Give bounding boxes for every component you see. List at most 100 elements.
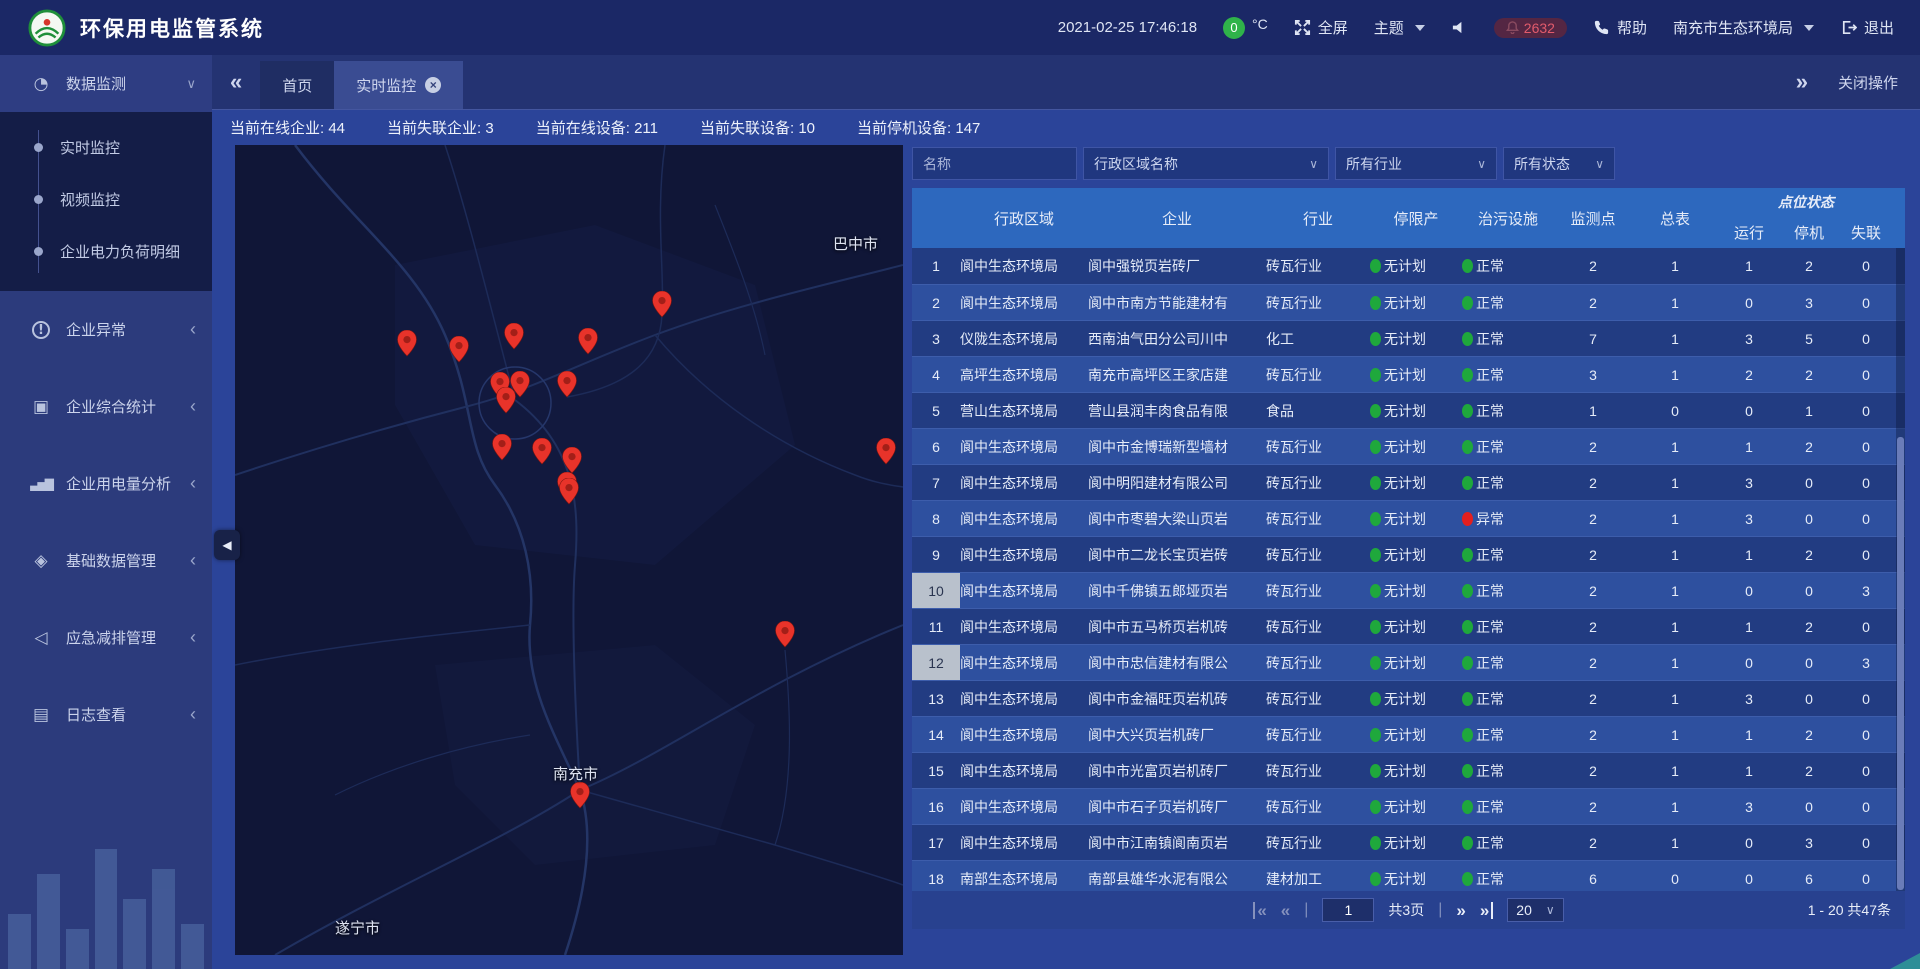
col-header-points[interactable]: 监测点 xyxy=(1554,188,1632,248)
cell-company[interactable]: 阆中市光富页岩机砖厂 xyxy=(1088,753,1266,788)
table-row[interactable]: 10 阆中生态环境局 阆中千佛镇五郎垭页岩 砖瓦行业 无计划 正常 2 1 0 … xyxy=(912,572,1905,608)
table-row[interactable]: 9 阆中生态环境局 阆中市二龙长宝页岩砖 砖瓦行业 无计划 正常 2 1 1 2… xyxy=(912,536,1905,572)
cell-company[interactable]: 阆中市金博瑞新型墙材 xyxy=(1088,429,1266,464)
status-filter-select[interactable]: 所有状态∨ xyxy=(1503,147,1615,180)
sidebar-subitem[interactable]: 企业电力负荷明细 xyxy=(0,225,212,277)
map-marker-icon[interactable] xyxy=(775,621,795,648)
cell-company[interactable]: 营山县润丰肉食品有限 xyxy=(1088,393,1266,428)
table-row[interactable]: 6 阆中生态环境局 阆中市金博瑞新型墙材 砖瓦行业 无计划 正常 2 1 1 2… xyxy=(912,428,1905,464)
tab-realtime-monitor[interactable]: 实时监控 × xyxy=(334,61,463,109)
cell-company[interactable]: 南部县雄华水泥有限公 xyxy=(1088,861,1266,891)
close-icon[interactable]: × xyxy=(425,77,441,93)
map-marker-icon[interactable] xyxy=(652,291,672,318)
name-filter-field[interactable] xyxy=(912,147,1077,180)
tabs-scroll-right-button[interactable]: » xyxy=(1796,69,1808,95)
map-panel[interactable]: 巴中市南充市遂宁市 xyxy=(235,145,903,955)
map-marker-icon[interactable] xyxy=(504,323,524,350)
map-marker-icon[interactable] xyxy=(570,782,590,809)
sidebar-subitem[interactable]: 视频监控 xyxy=(0,173,212,225)
page-size-select[interactable]: 20∨ xyxy=(1507,898,1563,922)
sidebar-group[interactable]: ◈ 基础数据管理 ‹ xyxy=(0,522,212,599)
col-header-run[interactable]: 运行 xyxy=(1718,216,1780,248)
table-scrollbar[interactable] xyxy=(1896,248,1905,891)
logout-button[interactable]: 退出 xyxy=(1840,17,1894,38)
cell-company[interactable]: 阆中千佛镇五郎垭页岩 xyxy=(1088,573,1266,608)
close-operations-button[interactable]: 关闭操作 xyxy=(1838,72,1898,93)
name-filter-input[interactable] xyxy=(923,156,1066,172)
cell-company[interactable]: 南充市高坪区王家店建 xyxy=(1088,357,1266,392)
fullscreen-button[interactable]: 全屏 xyxy=(1294,17,1348,38)
table-row[interactable]: 16 阆中生态环境局 阆中市石子页岩机砖厂 砖瓦行业 无计划 正常 2 1 3 … xyxy=(912,788,1905,824)
cell-company[interactable]: 阆中市五马桥页岩机砖 xyxy=(1088,609,1266,644)
sidebar-collapse-button[interactable]: ◀ xyxy=(214,530,240,560)
table-row[interactable]: 5 营山生态环境局 营山县润丰肉食品有限 食品 无计划 正常 1 0 0 1 0 xyxy=(912,392,1905,428)
map-marker-icon[interactable] xyxy=(876,438,896,465)
cell-region: 营山生态环境局 xyxy=(960,393,1088,428)
table-row[interactable]: 14 阆中生态环境局 阆中大兴页岩机砖厂 砖瓦行业 无计划 正常 2 1 1 2… xyxy=(912,716,1905,752)
col-header-meter[interactable]: 总表 xyxy=(1632,188,1718,248)
prev-page-button[interactable]: « xyxy=(1281,902,1290,919)
cell-company[interactable]: 阆中市南方节能建材有 xyxy=(1088,285,1266,320)
cell-company[interactable]: 西南油气田分公司川中 xyxy=(1088,321,1266,356)
col-header-industry[interactable]: 行业 xyxy=(1266,188,1370,248)
theme-menu[interactable]: 主题 xyxy=(1374,17,1425,38)
table-row[interactable]: 8 阆中生态环境局 阆中市枣碧大梁山页岩 砖瓦行业 无计划 异常 2 1 3 0… xyxy=(912,500,1905,536)
cell-company[interactable]: 阆中市忠信建材有限公 xyxy=(1088,645,1266,680)
sidebar-group[interactable]: ▣ 企业综合统计 ‹ xyxy=(0,368,212,445)
map-marker-icon[interactable] xyxy=(578,328,598,355)
map-marker-icon[interactable] xyxy=(559,478,579,505)
industry-filter-select[interactable]: 所有行业∨ xyxy=(1335,147,1497,180)
tabs-scroll-left-button[interactable]: « xyxy=(212,69,260,95)
cell-company[interactable]: 阆中市二龙长宝页岩砖 xyxy=(1088,537,1266,572)
cell-company[interactable]: 阆中市金福旺页岩机砖 xyxy=(1088,681,1266,716)
map-marker-icon[interactable] xyxy=(562,447,582,474)
table-row[interactable]: 13 阆中生态环境局 阆中市金福旺页岩机砖 砖瓦行业 无计划 正常 2 1 3 … xyxy=(912,680,1905,716)
speaker-muted-icon[interactable] xyxy=(1451,19,1468,36)
table-row[interactable]: 12 阆中生态环境局 阆中市忠信建材有限公 砖瓦行业 无计划 正常 2 1 0 … xyxy=(912,644,1905,680)
col-header-company[interactable]: 企业 xyxy=(1088,188,1266,248)
sidebar-group-label: 企业用电量分析 xyxy=(66,473,190,494)
table-row[interactable]: 15 阆中生态环境局 阆中市光富页岩机砖厂 砖瓦行业 无计划 正常 2 1 1 … xyxy=(912,752,1905,788)
table-row[interactable]: 2 阆中生态环境局 阆中市南方节能建材有 砖瓦行业 无计划 正常 2 1 0 3… xyxy=(912,284,1905,320)
org-menu[interactable]: 南充市生态环境局 xyxy=(1673,17,1814,38)
next-page-button[interactable]: » xyxy=(1456,902,1465,919)
table-row[interactable]: 7 阆中生态环境局 阆中明阳建材有限公司 砖瓦行业 无计划 正常 2 1 3 0… xyxy=(912,464,1905,500)
help-button[interactable]: 帮助 xyxy=(1593,17,1647,38)
map-marker-icon[interactable] xyxy=(397,330,417,357)
cell-company[interactable]: 阆中大兴页岩机砖厂 xyxy=(1088,717,1266,752)
notification-badge[interactable]: 2632 xyxy=(1494,18,1567,38)
sidebar-group[interactable]: ◁ 应急减排管理 ‹ xyxy=(0,599,212,676)
table-row[interactable]: 11 阆中生态环境局 阆中市五马桥页岩机砖 砖瓦行业 无计划 正常 2 1 1 … xyxy=(912,608,1905,644)
cell-company[interactable]: 阆中明阳建材有限公司 xyxy=(1088,465,1266,500)
cell-company[interactable]: 阆中市枣碧大梁山页岩 xyxy=(1088,501,1266,536)
cell-company[interactable]: 阆中强锐页岩砖厂 xyxy=(1088,248,1266,284)
col-header-limit[interactable]: 停限产 xyxy=(1370,188,1462,248)
scrollbar-thumb[interactable] xyxy=(1897,437,1904,890)
map-marker-icon[interactable] xyxy=(557,371,577,398)
sidebar-group[interactable]: ▃▅▇ 企业用电量分析 ‹ xyxy=(0,445,212,522)
sidebar-group[interactable]: ! 企业异常 ‹ xyxy=(0,291,212,368)
col-header-region[interactable]: 行政区域 xyxy=(960,188,1088,248)
page-number-input[interactable] xyxy=(1322,898,1374,922)
map-marker-icon[interactable] xyxy=(449,336,469,363)
col-header-stop[interactable]: 停机 xyxy=(1780,216,1838,248)
sidebar-group[interactable]: ◔ 数据监测 ∨ xyxy=(0,55,212,112)
table-row[interactable]: 4 高坪生态环境局 南充市高坪区王家店建 砖瓦行业 无计划 正常 3 1 2 2… xyxy=(912,356,1905,392)
last-page-button[interactable]: » xyxy=(1480,902,1493,919)
sidebar-group[interactable]: ▤ 日志查看 ‹ xyxy=(0,676,212,753)
col-header-lost[interactable]: 失联 xyxy=(1838,216,1894,248)
first-page-button[interactable]: « xyxy=(1253,902,1266,919)
region-filter-select[interactable]: 行政区域名称∨ xyxy=(1083,147,1329,180)
table-row[interactable]: 17 阆中生态环境局 阆中市江南镇阆南页岩 砖瓦行业 无计划 正常 2 1 0 … xyxy=(912,824,1905,860)
map-marker-icon[interactable] xyxy=(496,387,516,414)
cell-company[interactable]: 阆中市石子页岩机砖厂 xyxy=(1088,789,1266,824)
table-row[interactable]: 3 仪陇生态环境局 西南油气田分公司川中 化工 无计划 正常 7 1 3 5 0 xyxy=(912,320,1905,356)
tab-home[interactable]: 首页 xyxy=(260,61,334,109)
cell-company[interactable]: 阆中市江南镇阆南页岩 xyxy=(1088,825,1266,860)
map-marker-icon[interactable] xyxy=(492,434,512,461)
sidebar-subitem[interactable]: 实时监控 xyxy=(0,121,212,173)
col-header-facility[interactable]: 治污设施 xyxy=(1462,188,1554,248)
table-row[interactable]: 18 南部生态环境局 南部县雄华水泥有限公 建材加工 无计划 正常 6 0 0 … xyxy=(912,860,1905,891)
table-row[interactable]: 1 阆中生态环境局 阆中强锐页岩砖厂 砖瓦行业 无计划 正常 2 1 1 2 0 xyxy=(912,248,1905,284)
map-marker-icon[interactable] xyxy=(532,438,552,465)
